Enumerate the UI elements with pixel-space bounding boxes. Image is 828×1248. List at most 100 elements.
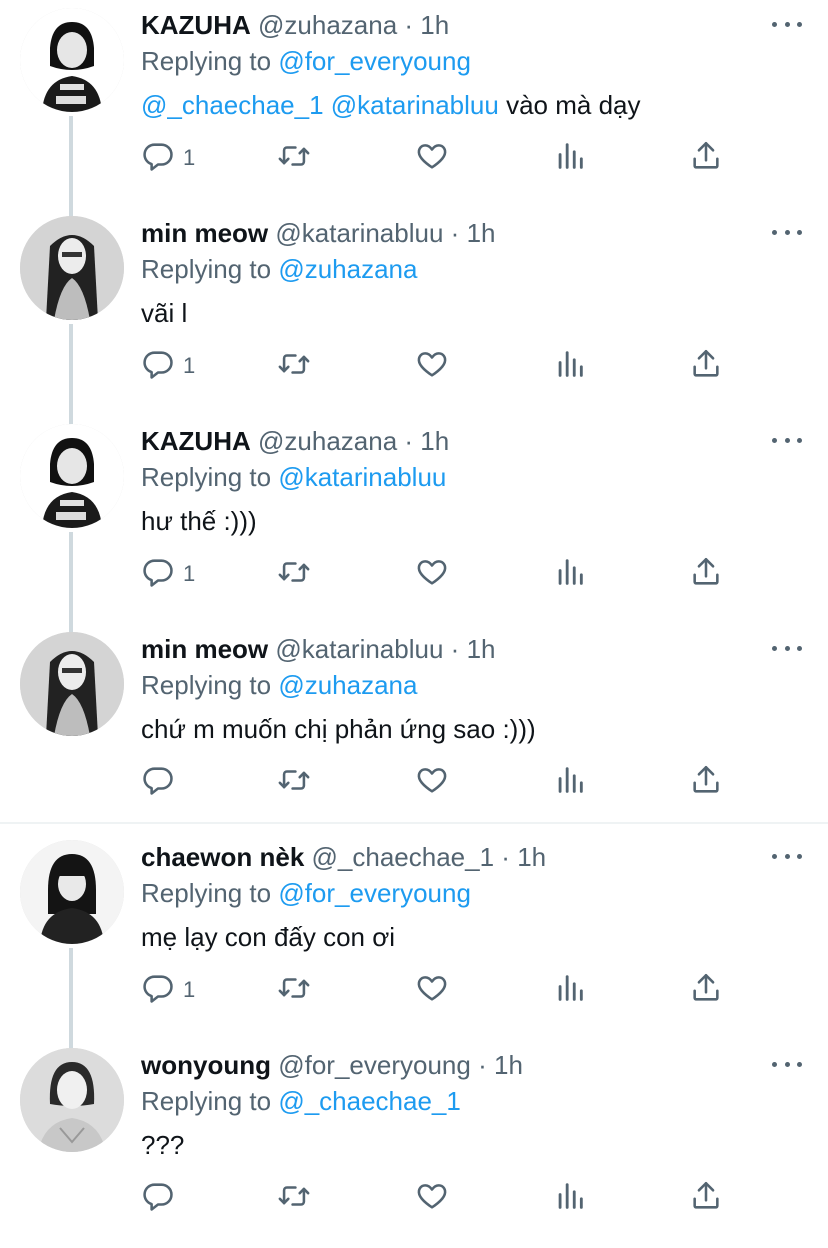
timestamp[interactable]: 1h — [517, 842, 546, 872]
user-handle[interactable]: @for_everyoung — [278, 1050, 471, 1080]
share-button[interactable] — [689, 348, 723, 384]
more-icon[interactable] — [772, 846, 802, 866]
avatar[interactable] — [20, 840, 124, 944]
tweet[interactable]: KAZUHA @zuhazana · 1h Replying to @katar… — [0, 416, 828, 624]
analytics-button[interactable] — [553, 348, 587, 384]
display-name[interactable]: chaewon nèk — [141, 842, 304, 872]
tweet[interactable]: min meow @katarinabluu · 1h Replying to … — [0, 208, 828, 416]
replying-to-label: Replying to — [141, 878, 272, 908]
share-icon — [689, 763, 723, 802]
reply-count: 1 — [183, 145, 196, 170]
tweet[interactable]: KAZUHA @zuhazana · 1h Replying to @for_e… — [0, 0, 828, 208]
share-button[interactable] — [689, 764, 723, 800]
analytics-button[interactable] — [553, 1180, 587, 1216]
replying-to: Replying to @katarinabluu — [141, 460, 446, 494]
like-icon — [415, 139, 449, 178]
more-icon[interactable] — [772, 430, 802, 450]
avatar[interactable] — [20, 424, 124, 528]
retweet-button[interactable] — [277, 764, 311, 800]
timestamp[interactable]: 1h — [467, 634, 496, 664]
replying-to: Replying to @zuhazana — [141, 668, 417, 702]
tweet[interactable]: chaewon nèk @_chaechae_1 · 1h Replying t… — [0, 832, 828, 1040]
more-icon[interactable] — [772, 1054, 802, 1074]
analytics-button[interactable] — [553, 140, 587, 176]
display-name[interactable]: KAZUHA — [141, 426, 251, 456]
retweet-icon — [277, 139, 311, 178]
retweet-button[interactable] — [277, 972, 311, 1008]
share-button[interactable] — [689, 556, 723, 592]
more-icon[interactable] — [772, 222, 802, 242]
tweet-header: KAZUHA @zuhazana · 1h — [141, 424, 449, 458]
replying-to-link[interactable]: @for_everyoung — [278, 46, 471, 76]
share-icon — [689, 139, 723, 178]
user-handle[interactable]: @zuhazana — [258, 426, 397, 456]
share-icon — [689, 971, 723, 1010]
reply-button[interactable]: 1 — [141, 556, 195, 592]
like-button[interactable] — [415, 556, 449, 592]
separator-dot: · — [404, 10, 414, 40]
retweet-button[interactable] — [277, 348, 311, 384]
reply-button[interactable] — [141, 764, 183, 800]
like-button[interactable] — [415, 972, 449, 1008]
replying-to-link[interactable]: @katarinabluu — [278, 462, 446, 492]
replying-to: Replying to @for_everyoung — [141, 876, 471, 910]
replying-to-link[interactable]: @zuhazana — [278, 670, 417, 700]
user-handle[interactable]: @katarinabluu — [275, 634, 443, 664]
tweet-actions: 1 — [141, 972, 741, 1008]
like-button[interactable] — [415, 348, 449, 384]
like-button[interactable] — [415, 764, 449, 800]
replying-to-link[interactable]: @_chaechae_1 — [278, 1086, 461, 1116]
more-icon[interactable] — [772, 14, 802, 34]
tweet[interactable]: min meow @katarinabluu · 1h Replying to … — [0, 624, 828, 832]
mention-link[interactable]: @_chaechae_1 — [141, 90, 324, 120]
timestamp[interactable]: 1h — [420, 10, 449, 40]
like-icon — [415, 763, 449, 802]
display-name[interactable]: wonyoung — [141, 1050, 271, 1080]
retweet-icon — [277, 971, 311, 1010]
display-name[interactable]: KAZUHA — [141, 10, 251, 40]
tweet[interactable]: wonyoung @for_everyoung · 1h Replying to… — [0, 1040, 828, 1248]
timestamp[interactable]: 1h — [494, 1050, 523, 1080]
reply-button[interactable]: 1 — [141, 140, 195, 176]
replying-to: Replying to @for_everyoung — [141, 44, 471, 78]
display-name[interactable]: min meow — [141, 218, 268, 248]
timestamp[interactable]: 1h — [467, 218, 496, 248]
like-button[interactable] — [415, 1180, 449, 1216]
like-button[interactable] — [415, 140, 449, 176]
timestamp[interactable]: 1h — [420, 426, 449, 456]
retweet-button[interactable] — [277, 140, 311, 176]
replying-to-link[interactable]: @for_everyoung — [278, 878, 471, 908]
retweet-button[interactable] — [277, 1180, 311, 1216]
tweet-text: @_chaechae_1 @katarinabluu vào mà dạy — [141, 88, 640, 122]
share-icon — [689, 555, 723, 594]
more-icon[interactable] — [772, 638, 802, 658]
avatar[interactable] — [20, 8, 124, 112]
avatar[interactable] — [20, 216, 124, 320]
tweet-text-content: vào mà dạy — [506, 90, 641, 120]
tweet-actions — [141, 764, 741, 800]
mention-link[interactable]: @katarinabluu — [331, 90, 499, 120]
analytics-button[interactable] — [553, 556, 587, 592]
reply-button[interactable] — [141, 1180, 183, 1216]
avatar[interactable] — [20, 632, 124, 736]
tweet-text: vãi l — [141, 296, 187, 330]
retweet-icon — [277, 555, 311, 594]
share-button[interactable] — [689, 972, 723, 1008]
share-button[interactable] — [689, 140, 723, 176]
user-handle[interactable]: @_chaechae_1 — [312, 842, 495, 872]
user-handle[interactable]: @katarinabluu — [275, 218, 443, 248]
tweet-header: KAZUHA @zuhazana · 1h — [141, 8, 449, 42]
analytics-button[interactable] — [553, 764, 587, 800]
reply-button[interactable]: 1 — [141, 348, 195, 384]
reply-button[interactable]: 1 — [141, 972, 195, 1008]
avatar[interactable] — [20, 1048, 124, 1152]
retweet-button[interactable] — [277, 556, 311, 592]
user-handle[interactable]: @zuhazana — [258, 10, 397, 40]
tweet-actions: 1 — [141, 348, 741, 384]
share-button[interactable] — [689, 1180, 723, 1216]
replying-to-link[interactable]: @zuhazana — [278, 254, 417, 284]
tweet-text: hư thế :))) — [141, 504, 257, 538]
display-name[interactable]: min meow — [141, 634, 268, 664]
tweet-text: ??? — [141, 1128, 184, 1162]
analytics-button[interactable] — [553, 972, 587, 1008]
